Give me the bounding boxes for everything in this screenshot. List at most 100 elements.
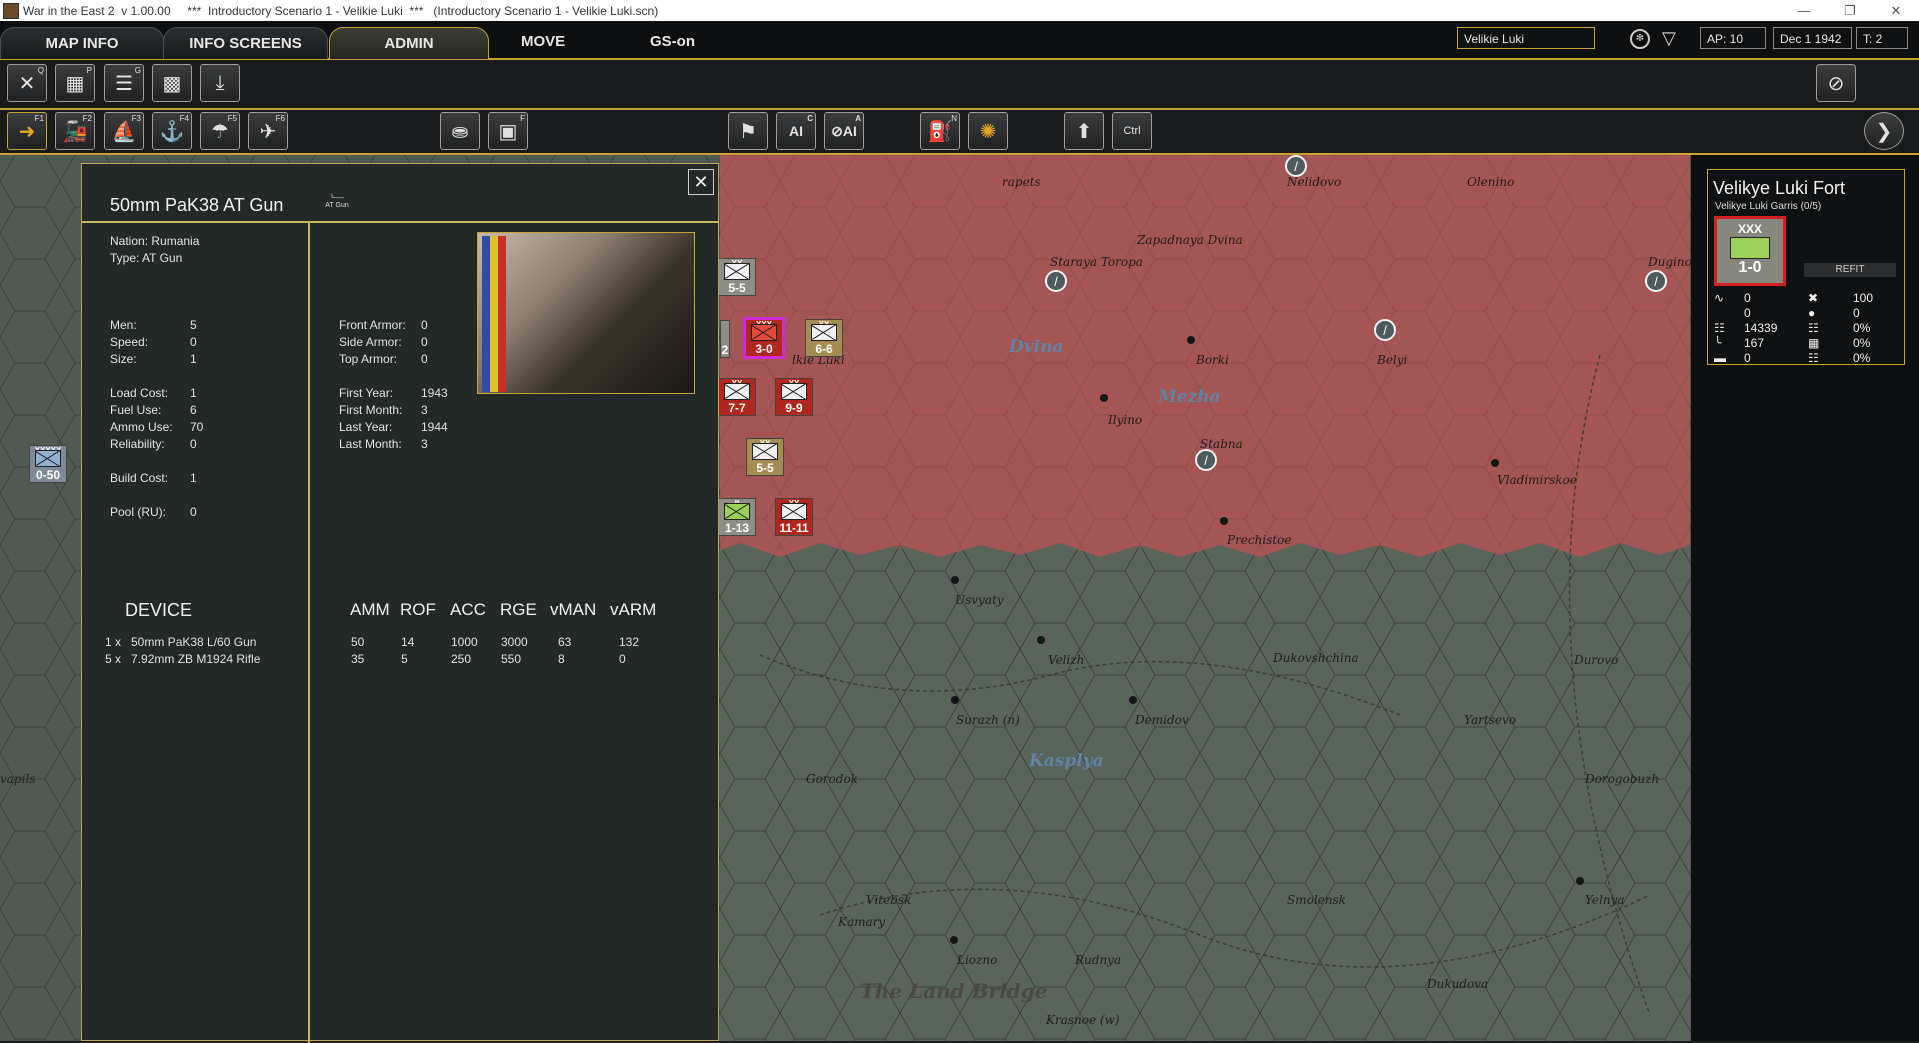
map-label-town: Zapadnaya Dvina [1137, 233, 1243, 247]
frame-button[interactable]: ▣ F [488, 112, 528, 150]
supply-button[interactable]: ✺ [968, 112, 1008, 150]
fuel-icon: ● [1808, 306, 1816, 320]
hq-marker-icon[interactable]: / [1195, 449, 1217, 471]
hq-marker-icon[interactable]: / [1285, 155, 1307, 177]
close-panel-button[interactable]: ✕ Q [7, 64, 47, 102]
unit-counter[interactable]: XXXXX0-50 [29, 445, 67, 483]
unit-counter[interactable]: 2 [720, 320, 730, 358]
tab-gs-on[interactable]: GS-on [650, 33, 695, 50]
close-icon[interactable]: ✕ [688, 169, 714, 195]
info-value: 167 [1744, 336, 1765, 350]
armor-label: Front Armor: [339, 318, 406, 332]
hotkey: Q [37, 66, 44, 75]
upload-button[interactable]: ⬆ [1064, 112, 1104, 150]
info-value: 0 [1853, 306, 1860, 320]
globe-icon[interactable]: ✻ [1630, 29, 1650, 49]
unit-counter[interactable]: XX7-7 [718, 378, 756, 416]
map-label-town: vapils [0, 772, 36, 786]
unit-strength: 6-6 [815, 342, 833, 356]
hotkey: N [951, 114, 957, 123]
hotkey: G [134, 66, 141, 75]
device-value: 550 [501, 652, 522, 666]
map-label-town: Yelnya [1585, 893, 1625, 907]
ship-button[interactable]: ⚓ F4 [152, 112, 192, 150]
tab-label: INFO SCREENS [189, 35, 302, 52]
date-label: First Month: [339, 403, 403, 417]
factory-button[interactable]: ⛽ N [920, 112, 960, 150]
tab-admin[interactable]: ADMIN [329, 27, 489, 59]
map-label-town: Usvyaty [955, 593, 1004, 607]
town-marker [1220, 517, 1228, 525]
hotkey: F3 [131, 114, 141, 123]
unit-counter[interactable]: XX5-5 [718, 258, 756, 296]
map-label-town: Dukovshchina [1273, 651, 1359, 665]
close-window-icon[interactable]: ✕ [1873, 0, 1919, 21]
save-download-icon[interactable]: ⤓ [200, 64, 240, 102]
rail-button[interactable]: 🚂 F2 [55, 112, 95, 150]
stat-value: 70 [190, 420, 204, 434]
location-field[interactable]: Velikie Luki [1457, 27, 1595, 49]
map-label-town: Dukudova [1427, 977, 1489, 991]
armor-value: 0 [421, 335, 428, 349]
date-value: 3 [421, 403, 428, 417]
unit-strength: 9-9 [785, 401, 803, 415]
hq-marker-icon[interactable]: / [1374, 319, 1396, 341]
column-header: vARM [610, 600, 657, 619]
filter-icon[interactable]: ▽ [1662, 28, 1676, 49]
unit-counter[interactable]: XX11-11 [775, 498, 813, 536]
minimize-icon[interactable]: — [1781, 0, 1827, 21]
town-marker [1576, 877, 1584, 885]
unit-strength: 5-5 [756, 461, 774, 475]
map-label-region: Mezha [1158, 387, 1221, 407]
stat-value: 5 [190, 318, 197, 332]
stat-label: Build Cost: [110, 471, 169, 485]
info-value: 0% [1853, 336, 1871, 350]
ai-off-button[interactable]: ⊘AI A [824, 112, 864, 150]
gun-icon: ╰ [1714, 336, 1722, 350]
ai-button[interactable]: AI C [776, 112, 816, 150]
column-header: RGE [500, 600, 537, 619]
hq-marker-icon[interactable]: / [1045, 270, 1067, 292]
stat-label: Reliability: [110, 437, 165, 451]
tank-icon: ▬ [1714, 351, 1726, 365]
production-button[interactable]: ▦ P [55, 64, 95, 102]
turn-number: T: 2 [1856, 27, 1908, 49]
restore-icon[interactable]: ❐ [1827, 0, 1873, 21]
compass-button[interactable]: ⊘ [1816, 64, 1856, 102]
unit-counter[interactable]: II1-13 [718, 498, 756, 536]
unit-counter[interactable]: XX5-5 [746, 438, 784, 476]
divider [82, 221, 719, 223]
list-button[interactable]: ☰ G [104, 64, 144, 102]
units-button[interactable]: ⛂ [440, 112, 480, 150]
tab-move[interactable]: MOVE [521, 33, 565, 50]
map-label-region: Kasplya [1029, 751, 1104, 771]
unit-strength: 0-50 [35, 468, 61, 482]
window-title-bar: War in the East 2 v 1.00.00 *** Introduc… [0, 0, 1919, 21]
grid-button[interactable]: ▩ [152, 64, 192, 102]
unit-info-panel[interactable]: Velikye Luki Fort Velikye Luki Garris (0… [1707, 169, 1905, 365]
unit-counter-selected[interactable]: XXX3-0 [743, 317, 785, 359]
naval-button[interactable]: ⛵ F3 [104, 112, 144, 150]
tab-info-screens[interactable]: INFO SCREENS [163, 27, 328, 59]
unit-counter-large[interactable]: XXX 1-0 [1714, 216, 1786, 286]
combat-icon: ✖ [1808, 291, 1819, 305]
move-arrow-button[interactable]: ➜ F1 [7, 112, 47, 150]
refit-button[interactable]: REFIT [1804, 263, 1896, 277]
armor-value: 0 [421, 352, 428, 366]
ctrl-button[interactable]: Ctrl [1112, 112, 1152, 150]
air-button[interactable]: ✈ F6 [248, 112, 288, 150]
device-name: 5 x 7.92mm ZB M1924 Rifle [105, 652, 261, 666]
date-value: 1943 [421, 386, 448, 400]
map-label-town: Olenino [1467, 175, 1515, 189]
paradrop-button[interactable]: ☂ F5 [200, 112, 240, 150]
unit-strength: 1-13 [724, 521, 750, 535]
fort-symbol-icon [1730, 237, 1770, 259]
flag-button[interactable]: ⚑ [728, 112, 768, 150]
map-label-town: Borki [1196, 353, 1229, 367]
unit-counter[interactable]: XX6-6 [805, 319, 843, 357]
next-arrow-button[interactable]: ❯ [1864, 112, 1904, 150]
map-label-town: Surazh (n) [956, 713, 1020, 727]
unit-counter[interactable]: XX9-9 [775, 378, 813, 416]
hq-marker-icon[interactable]: / [1645, 270, 1667, 292]
tab-map-info[interactable]: MAP INFO [0, 27, 164, 59]
